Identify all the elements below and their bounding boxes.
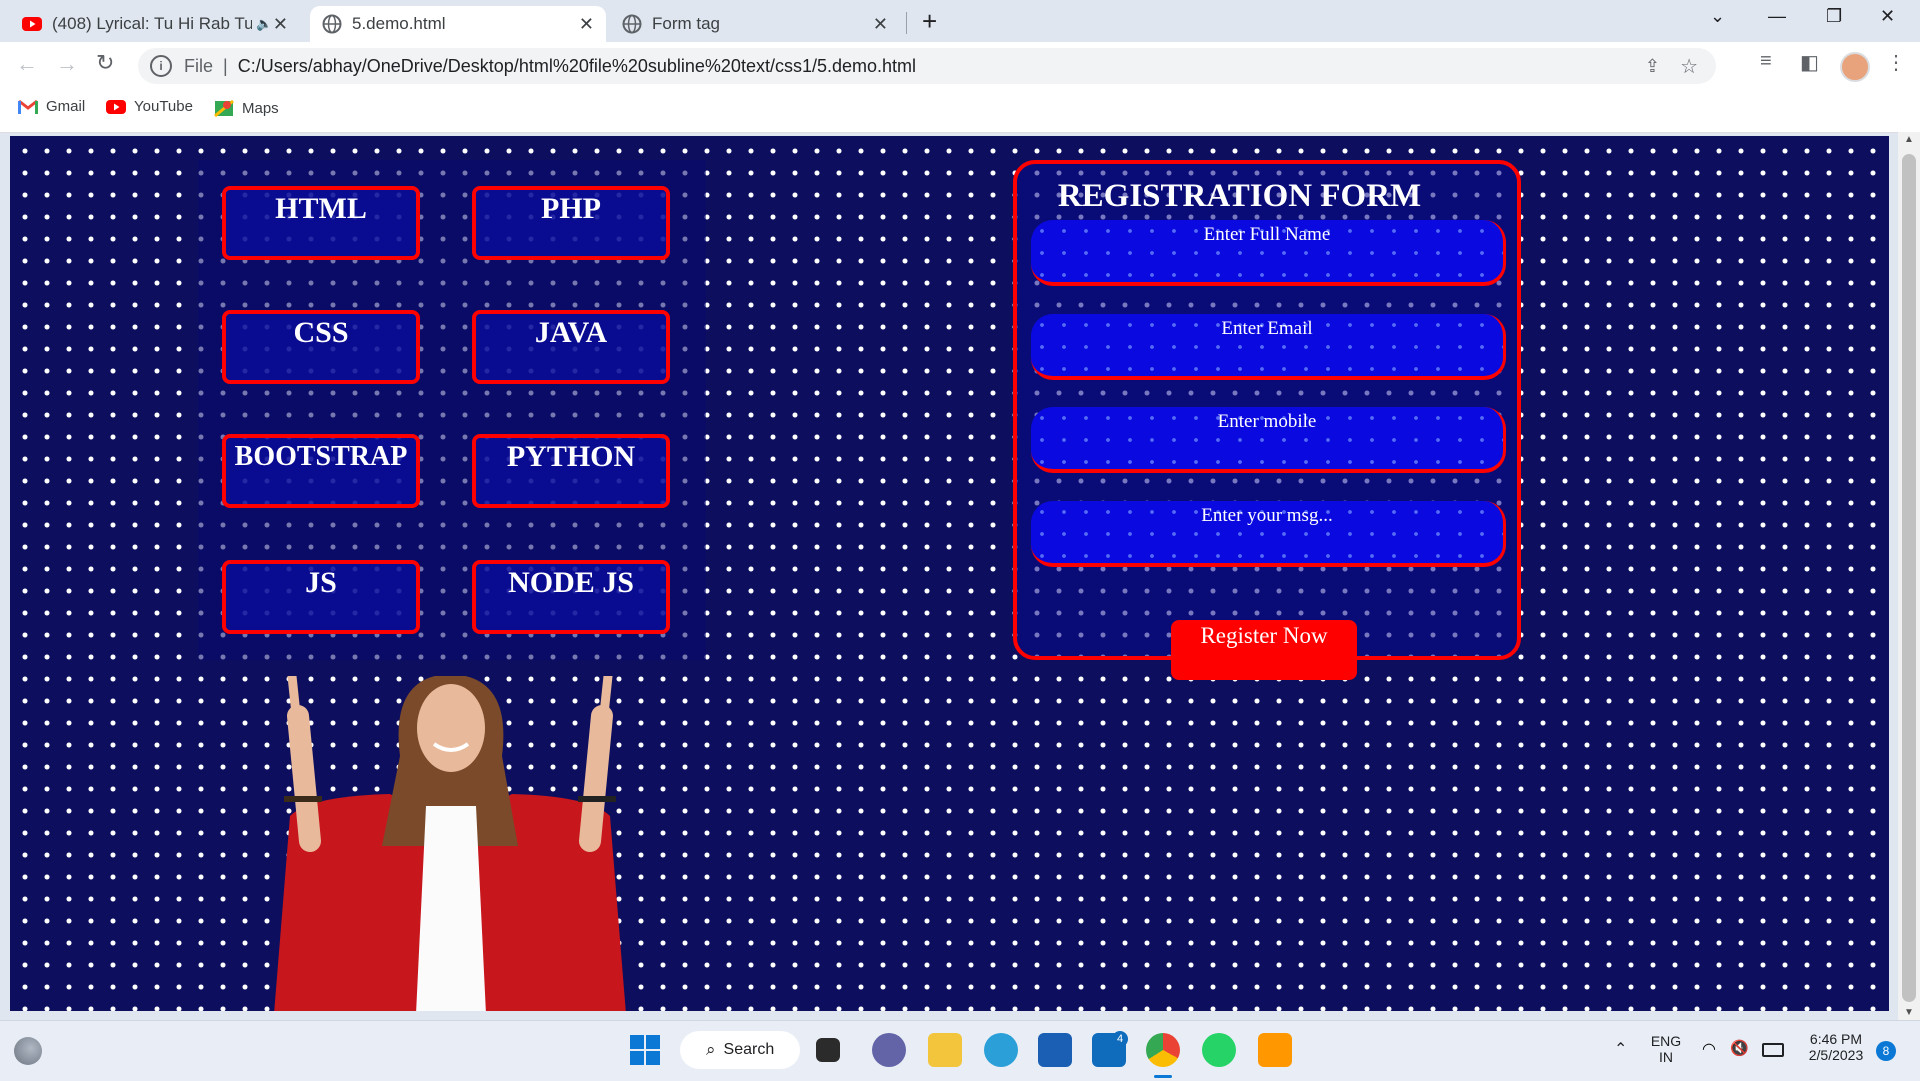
address-divider: | [223,55,228,76]
wifi-icon[interactable]: ◠ [1702,1039,1716,1059]
whatsapp-icon[interactable] [1202,1033,1236,1067]
sublime-text-icon[interactable] [1258,1033,1292,1067]
side-panel-icon[interactable]: ◧ [1800,50,1819,75]
teams-chat-icon[interactable] [872,1033,906,1067]
profile-avatar[interactable] [1840,52,1870,82]
tab-title: (408) Lyrical: Tu Hi Rab Tu Hi [52,14,252,33]
volume-muted-icon[interactable]: 🔇 [1730,1039,1749,1057]
close-tab-icon[interactable]: ✕ [579,14,594,35]
battery-icon[interactable] [1762,1043,1784,1057]
notification-badge[interactable]: 8 [1876,1041,1896,1061]
bookmark-maps[interactable]: Maps [214,98,279,118]
course-php[interactable]: PHP [472,186,670,260]
maps-icon [214,99,234,118]
url-text: C:/Users/abhay/OneDrive/Desktop/html%20f… [237,55,917,76]
scroll-thumb[interactable] [1902,154,1916,1002]
page-viewport: HTML PHP CSS JAVA BOOTSTRAP PYTHON JS NO… [10,136,1889,1011]
bookmark-gmail[interactable]: Gmail [18,98,85,115]
search-icon: ⌕ [706,1040,716,1059]
address-bar[interactable]: i File | C:/Users/abhay/OneDrive/Desktop… [138,48,1716,84]
bookmarks-bar: Gmail YouTube Maps [0,90,1920,133]
reload-button[interactable]: ↻ [96,50,114,76]
bookmark-label: Maps [242,99,279,117]
registration-form: REGISTRATION FORM Enter Full Name Enter … [1013,160,1521,680]
show-hidden-icons[interactable]: ⌃ [1614,1039,1627,1059]
language-line1: ENG [1650,1033,1682,1049]
chrome-active-indicator [1154,1075,1172,1078]
course-css[interactable]: CSS [222,310,420,384]
taskbar: ⌕ Search 4 ⌃ ENG IN ◠ 🔇 6:46 PM 2/5/2023… [0,1020,1920,1081]
language-indicator[interactable]: ENG IN [1648,1033,1684,1065]
edge-icon[interactable] [984,1033,1018,1067]
globe-icon [322,14,342,34]
form-title: REGISTRATION FORM [1057,178,1422,214]
bookmark-label: Gmail [46,98,86,115]
close-tab-icon[interactable]: ✕ [873,14,888,35]
forward-button[interactable]: → [56,51,78,77]
tab-youtube[interactable]: (408) Lyrical: Tu Hi Rab Tu Hi 🔈 ✕ [10,6,300,42]
tab-title: 5.demo.html [352,14,446,33]
gmail-icon [18,99,38,114]
tab-5-demo[interactable]: 5.demo.html ✕ [310,6,606,42]
menu-icon[interactable]: ⋮ [1886,50,1906,75]
scheme-label: File [184,55,214,76]
new-tab-button[interactable]: + [922,6,937,37]
youtube-icon [22,17,42,31]
youtube-icon [106,99,126,114]
info-icon[interactable]: i [150,55,172,77]
tab-divider [906,12,907,34]
email-field[interactable]: Enter Email [1031,314,1506,380]
microsoft-store-icon[interactable] [1038,1033,1072,1067]
task-view-icon[interactable] [816,1038,840,1062]
bookmark-label: YouTube [134,98,193,115]
full-name-field[interactable]: Enter Full Name [1031,220,1506,286]
register-now-button[interactable]: Register Now [1171,620,1357,680]
globe-icon [622,14,642,34]
course-panel: HTML PHP CSS JAVA BOOTSTRAP PYTHON JS NO… [198,160,706,660]
woman-pointing-image [274,676,626,1011]
browser-toolbar: ← → ↻ i File | C:/Users/abhay/OneDrive/D… [0,42,1920,90]
course-java[interactable]: JAVA [472,310,670,384]
scroll-up-icon[interactable]: ▲ [1904,134,1914,145]
mobile-field[interactable]: Enter mobile [1031,407,1506,473]
course-python[interactable]: PYTHON [472,434,670,508]
back-button[interactable]: ← [16,51,38,77]
share-icon[interactable]: ⇪ [1645,56,1660,77]
close-window-button[interactable]: ✕ [1880,6,1895,27]
minimize-button[interactable]: — [1768,6,1786,27]
message-field[interactable]: Enter your msg... [1031,501,1506,567]
course-html[interactable]: HTML [222,186,420,260]
course-js[interactable]: JS [222,560,420,634]
tab-strip: (408) Lyrical: Tu Hi Rab Tu Hi 🔈 ✕ 5.dem… [0,0,1920,42]
bookmark-youtube[interactable]: YouTube [106,98,193,115]
tab-form-tag[interactable]: Form tag ✕ [610,6,900,42]
windows-start-icon[interactable] [630,1035,660,1065]
reading-list-icon[interactable]: ≡ [1760,50,1772,73]
weather-icon[interactable] [14,1037,42,1065]
restore-button[interactable]: ❐ [1826,6,1842,27]
chrome-icon[interactable] [1146,1033,1180,1067]
clock-date: 2/5/2023 [1808,1047,1864,1063]
language-line2: IN [1659,1049,1673,1065]
bookmark-star-icon[interactable]: ☆ [1680,54,1698,79]
scroll-down-icon[interactable]: ▼ [1904,1007,1914,1018]
clock-time: 6:46 PM [1809,1031,1863,1047]
close-tab-icon[interactable]: ✕ [273,14,288,35]
tab-title: Form tag [652,14,721,33]
course-bootstrap[interactable]: BOOTSTRAP [222,434,420,508]
search-label: Search [723,1041,775,1058]
taskbar-search[interactable]: ⌕ Search [680,1031,800,1069]
clock[interactable]: 6:46 PM 2/5/2023 [1796,1031,1876,1063]
audio-icon[interactable]: 🔈 [256,16,272,32]
app-badge: 4 [1112,1031,1128,1047]
tab-search-icon[interactable]: ⌄ [1710,6,1725,27]
file-explorer-icon[interactable] [928,1033,962,1067]
course-node-js[interactable]: NODE JS [472,560,670,634]
